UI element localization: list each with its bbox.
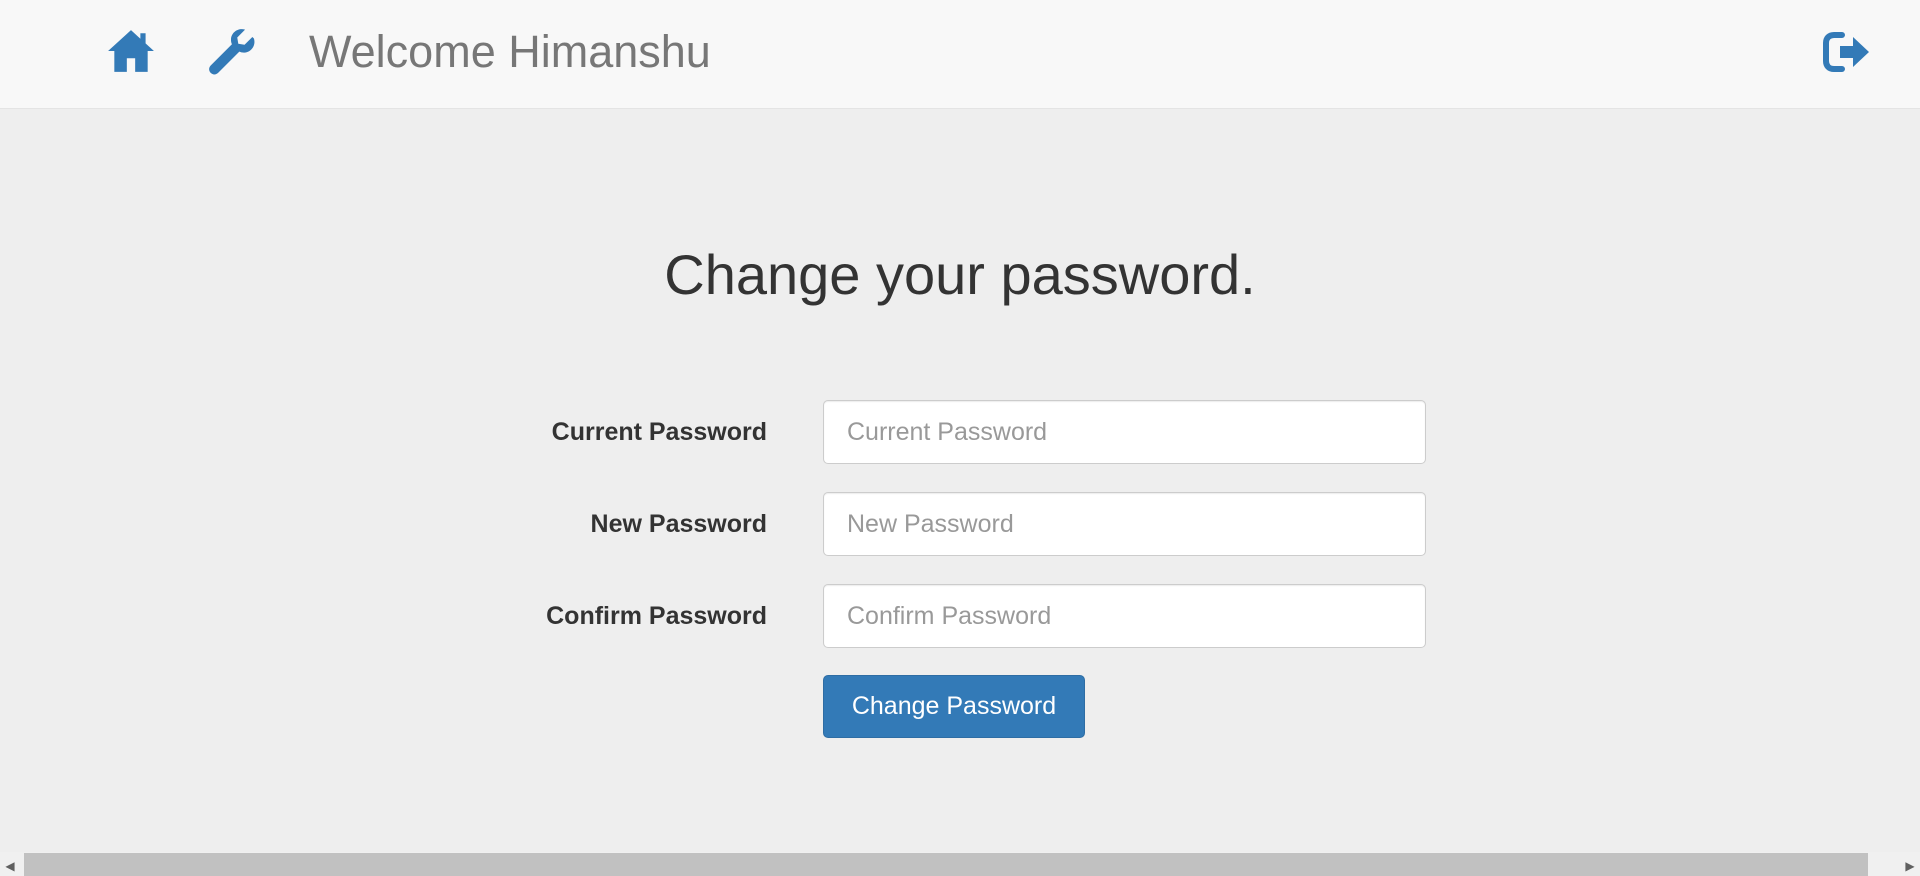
confirm-password-input[interactable] [823,584,1426,648]
home-icon[interactable] [106,26,156,76]
welcome-message: Welcome Himanshu [309,26,711,77]
top-navbar: Welcome Himanshu [0,0,1920,109]
current-password-label: Current Password [551,418,767,446]
new-password-input[interactable] [823,492,1426,556]
page-title: Change your password. [664,243,1256,306]
change-password-button[interactable]: Change Password [823,675,1085,738]
confirm-password-label: Confirm Password [546,602,767,630]
new-password-row: New Password [0,492,1920,556]
scroll-left-icon[interactable]: ◀ [3,856,17,876]
current-password-row: Current Password [0,400,1920,464]
scroll-right-icon[interactable]: ▶ [1903,856,1917,876]
wrench-icon[interactable] [206,26,256,76]
confirm-password-row: Confirm Password [0,584,1920,648]
logout-icon[interactable] [1822,28,1872,76]
scrollbar-thumb[interactable] [24,853,1868,876]
new-password-label: New Password [590,510,767,538]
current-password-input[interactable] [823,400,1426,464]
